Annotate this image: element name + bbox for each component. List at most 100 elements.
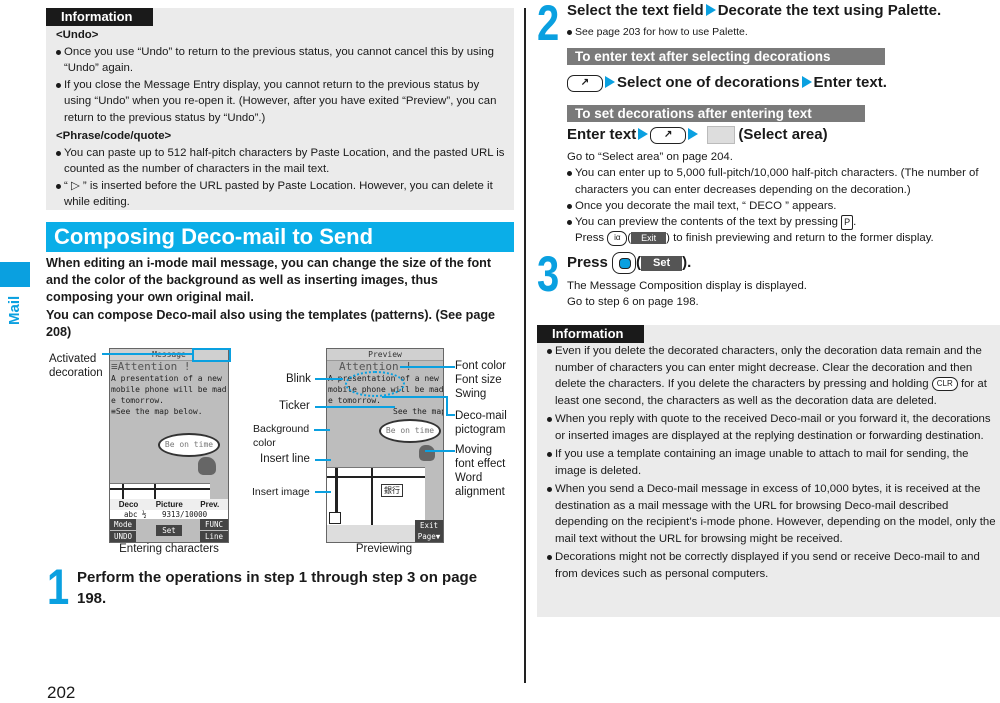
step-2-text: Select the text field Decorate the text u… — [567, 0, 997, 21]
exit-instruction: Press iα(Exit) to finish previewing and … — [575, 230, 934, 246]
set-key[interactable]: Set — [156, 525, 182, 536]
info-bullet: If you close the Message Entry display, … — [56, 77, 508, 127]
info-subhead-phrase: <Phrase/code/quote> — [56, 130, 172, 142]
linefeed-key[interactable]: Line FD — [200, 531, 228, 542]
callout-line — [400, 366, 455, 368]
section-heading: Composing Deco-mail to Send — [46, 222, 514, 252]
label-background-color: Background color — [253, 423, 310, 449]
picture-menu[interactable]: Picture — [156, 499, 183, 510]
step-2-text-a: Select the text field — [567, 2, 704, 19]
info-header: Information — [537, 325, 644, 343]
step-3-details: The Message Composition display is displ… — [567, 278, 807, 311]
column-divider — [524, 8, 526, 683]
screen-line: ≡See the map below. — [111, 407, 203, 416]
step-3-line: Go to step 6 on page 198. — [567, 296, 699, 309]
info-box-bottom: Information Even if you delete the decor… — [537, 325, 1000, 617]
info-bullet: If you use a template containing an imag… — [547, 446, 998, 479]
goto-select-area: Go to “Select area” on page 204. — [567, 151, 733, 163]
func-key[interactable]: FUNC — [200, 519, 228, 530]
step-2-text-b: Decorate the text using Palette. — [717, 2, 942, 19]
arrow-icon — [605, 76, 615, 88]
side-tab-marker — [0, 262, 30, 287]
label-font-color-size-swing: Font color Font size Swing — [455, 360, 507, 400]
info-bullet: When you send a Deco-mail message in exc… — [547, 481, 998, 547]
subsection-2-ops: Enter text ↗ (Select area) — [567, 124, 997, 145]
blink-dots — [345, 371, 405, 397]
side-tab-label: Mail — [6, 295, 23, 325]
label-insert-line: Insert line — [260, 453, 310, 465]
soft-menu-bar: Deco Picture Prev. — [110, 499, 228, 510]
screen-line: mobile phone will be mad — [111, 385, 227, 394]
subsection-1-ops: ↗ Select one of decorations Enter text. — [567, 72, 997, 93]
undo-key[interactable]: UNDO — [110, 531, 136, 542]
arrow-icon — [688, 128, 699, 140]
callout-line — [102, 353, 192, 355]
caption-previewing: Previewing — [355, 543, 413, 555]
callout-line — [446, 396, 448, 416]
mode-key[interactable]: Mode — [110, 519, 136, 530]
exit-key[interactable]: Exit — [415, 520, 443, 531]
inserted-map: 銀行 — [327, 467, 425, 526]
step-number-1: 1 — [47, 559, 70, 615]
info-bullet: When you reply with quote to the receive… — [547, 411, 998, 444]
step-3-text: Press (Set). — [567, 252, 691, 275]
page-down-key[interactable]: Page▼ — [415, 531, 443, 542]
section-intro: When editing an i-mode mail message, you… — [46, 255, 506, 341]
info-header: Information — [46, 8, 153, 26]
label-moving-font-word-alignment: Moving font effect Word alignment — [455, 444, 506, 498]
arrow-icon — [705, 4, 716, 16]
clr-key-icon: CLR — [931, 376, 958, 391]
mail-key-icon: ↗ — [650, 126, 687, 144]
label-ticker: Ticker — [279, 400, 310, 412]
arrow-icon — [801, 76, 812, 88]
screen-line: e tomorrow. — [111, 396, 164, 405]
preview-key-icon: P — [841, 214, 854, 230]
info-bullet-text: Even if you delete the decorated charact… — [555, 345, 982, 390]
callout-line — [382, 396, 448, 398]
moving-pictogram — [419, 445, 435, 461]
step-number-2: 2 — [537, 0, 560, 51]
select-decoration-text: Select one of decorations — [617, 74, 800, 91]
enter-text-label: Enter text — [567, 126, 637, 143]
figure-entering: Message ≡Attention ! A presentation of a… — [109, 348, 231, 543]
detail-bullet: You can enter up to 5,000 full-pitch/10,… — [567, 165, 1000, 198]
step-2-note: See page 203 for how to use Palette. — [567, 24, 1000, 40]
label-deco-mail-pictogram: Deco-mail pictogram — [455, 410, 507, 436]
center-key-icon — [612, 252, 637, 275]
deco-menu[interactable]: Deco — [119, 499, 139, 510]
char-counter: 9313/10000 — [162, 510, 208, 519]
screen-line: A presentation of a new — [111, 374, 222, 383]
callout-line — [315, 491, 331, 493]
counter-bar: abc ½ 9313/10000 — [110, 510, 228, 519]
preview-menu[interactable]: Prev. — [200, 499, 219, 510]
inserted-map — [110, 483, 210, 500]
callout-line — [315, 406, 395, 408]
exit-instruction-text: to finish previewing and return to the f… — [673, 232, 934, 245]
select-area-icon — [707, 126, 736, 145]
callout-line — [314, 429, 330, 431]
screen-line: ≡Attention ! — [111, 360, 191, 373]
detail-bullet: Once you decorate the mail text, “ DECO … — [567, 198, 1000, 214]
callout-line — [315, 378, 343, 380]
info-bullet: Even if you delete the decorated charact… — [547, 343, 998, 409]
intro-paragraph: You can compose Deco-mail also using the… — [46, 307, 496, 339]
callout-line — [446, 414, 455, 416]
info-bullet: Once you use “Undo” to return to the pre… — [56, 44, 508, 77]
speech-bubble: Be on time — [379, 419, 441, 443]
page-number: 202 — [47, 683, 76, 702]
callout-line — [315, 459, 331, 461]
step-3-line: The Message Composition display is displ… — [567, 280, 807, 292]
info-box-top: Information <Undo> Once you use “Undo” t… — [46, 8, 514, 210]
info-subhead-undo: <Undo> — [56, 29, 99, 41]
caption-entering: Entering characters — [119, 543, 219, 555]
subsection-header-1: To enter text after selecting decoration… — [567, 48, 885, 65]
step-number-3: 3 — [537, 246, 560, 302]
imode-key-icon: iα — [607, 230, 628, 246]
subsection-header-2: To set decorations after entering text — [567, 105, 865, 122]
callout-line — [425, 450, 455, 452]
arrow-icon — [638, 128, 649, 140]
map-marker — [329, 512, 341, 524]
press-label: Press — [575, 232, 605, 245]
exit-softkey: Exit — [631, 232, 667, 245]
map-sign: 銀行 — [381, 484, 403, 497]
